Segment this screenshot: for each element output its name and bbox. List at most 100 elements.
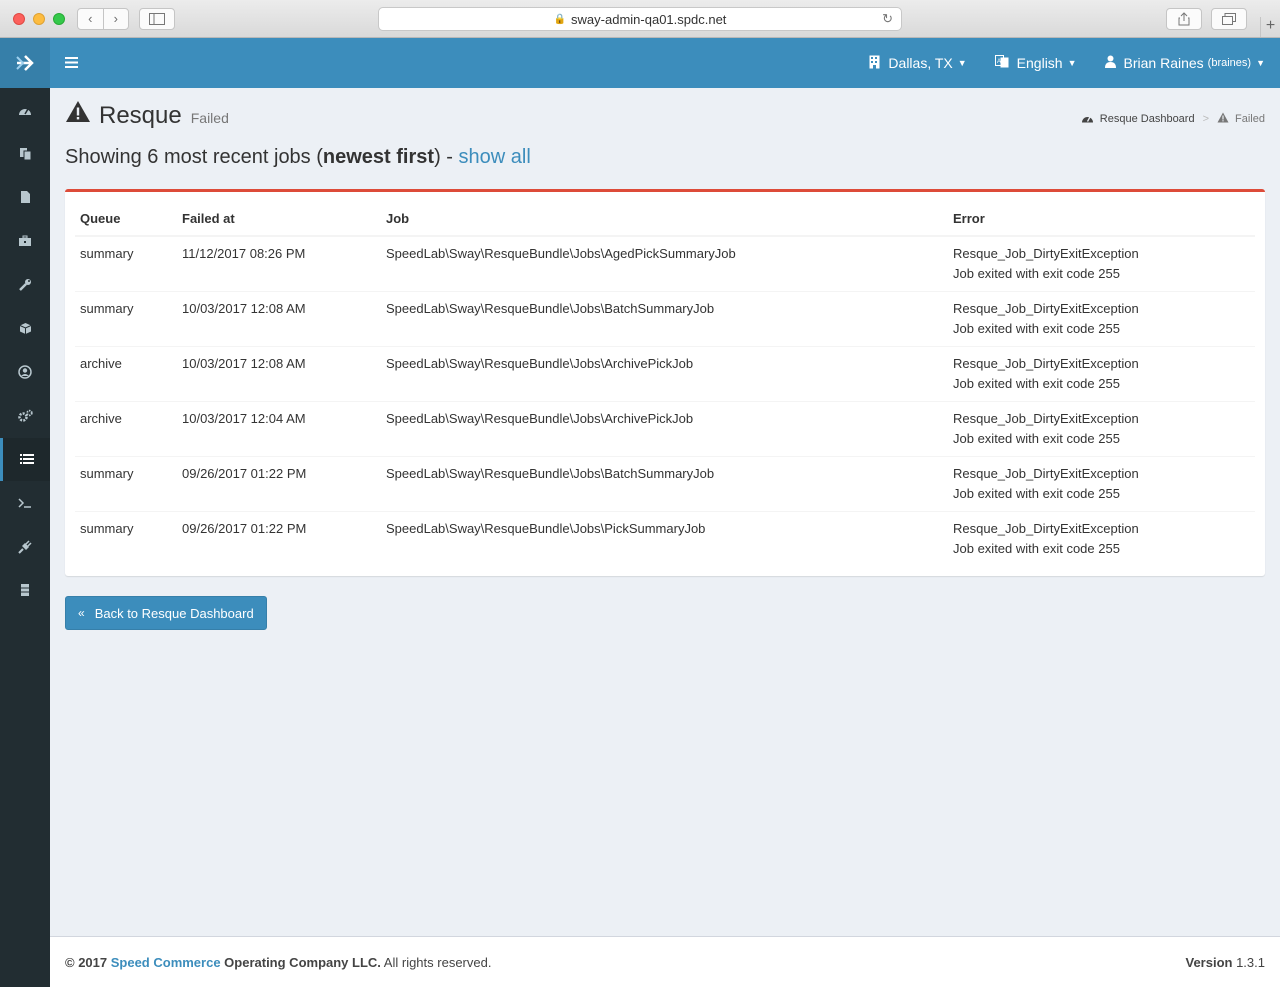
caret-down-icon: ▼: [1067, 58, 1077, 68]
cell-failed-at: 10/03/2017 12:04 AM: [177, 401, 381, 457]
file-icon[interactable]: [0, 175, 50, 219]
copy-icon[interactable]: [0, 132, 50, 176]
sidebar-toggle-icon[interactable]: [139, 8, 175, 30]
cell-queue: summary: [75, 511, 177, 566]
table-row[interactable]: summary 10/03/2017 12:08 AM SpeedLab\Swa…: [75, 291, 1255, 347]
terminal-icon[interactable]: [0, 481, 50, 525]
cell-error: Resque_Job_DirtyExitException Job exited …: [948, 511, 1255, 566]
company-name-rest: Operating Company LLC.: [220, 955, 381, 970]
heading-sort-order: newest first: [322, 146, 435, 168]
zoom-window-button[interactable]: [53, 13, 65, 25]
column-header-queue: Queue: [75, 202, 177, 237]
user-dropdown[interactable]: Brian Raines (braines) ▼: [1104, 55, 1265, 71]
cogs-icon[interactable]: [0, 394, 50, 438]
dashboard-icon: [1081, 113, 1094, 126]
language-icon: A: [994, 55, 1009, 71]
content-wrapper: Resque Failed Resque Dashboard > Failed …: [65, 100, 1265, 630]
cell-error: Resque_Job_DirtyExitException Job exited …: [948, 346, 1255, 402]
column-header-failed-at: Failed at: [177, 202, 381, 237]
error-message: Job exited with exit code 255: [953, 266, 1120, 281]
logo-icon[interactable]: [0, 38, 50, 88]
cell-error: Resque_Job_DirtyExitException Job exited …: [948, 236, 1255, 292]
plug-icon[interactable]: [0, 525, 50, 569]
svg-text:A: A: [997, 59, 1001, 65]
error-class: Resque_Job_DirtyExitException: [953, 466, 1139, 481]
back-button-label: Back to Resque Dashboard: [94, 605, 254, 621]
breadcrumb-separator: >: [1202, 113, 1210, 125]
version-info: Version 1.3.1: [1186, 955, 1266, 970]
menu-toggle-icon[interactable]: [65, 54, 78, 71]
minimize-window-button[interactable]: [33, 13, 45, 25]
table-row[interactable]: archive 10/03/2017 12:04 AM SpeedLab\Swa…: [75, 401, 1255, 457]
copyright: © 2017 Speed Commerce Operating Company …: [65, 955, 491, 970]
forward-icon[interactable]: ›: [104, 9, 129, 29]
page-subtitle: Failed: [190, 110, 229, 126]
list-icon[interactable]: [0, 437, 50, 482]
cell-queue: summary: [75, 291, 177, 347]
cell-failed-at: 09/26/2017 01:22 PM: [177, 456, 381, 512]
caret-down-icon: ▼: [957, 58, 967, 68]
error-message: Job exited with exit code 255: [953, 376, 1120, 391]
history-nav: ‹ ›: [77, 8, 129, 30]
rights-text: All rights reserved.: [380, 955, 492, 970]
user-circle-icon[interactable]: [0, 350, 50, 394]
new-tab-icon[interactable]: +: [1260, 17, 1280, 37]
column-header-error: Error: [948, 202, 1255, 237]
show-all-link[interactable]: show all: [459, 146, 531, 168]
building-icon: [869, 55, 880, 72]
error-message: Job exited with exit code 255: [953, 431, 1120, 446]
cell-job: SpeedLab\Sway\ResqueBundle\Jobs\BatchSum…: [381, 456, 948, 512]
browser-toolbar: ‹ › 🔒 sway-admin-qa01.spdc.net ↻ +: [0, 0, 1280, 38]
tabs-overview-icon[interactable]: [1211, 8, 1247, 30]
cell-job: SpeedLab\Sway\ResqueBundle\Jobs\PickSumm…: [381, 511, 948, 566]
breadcrumb-current: Failed: [1235, 113, 1265, 125]
cell-failed-at: 10/03/2017 12:08 AM: [177, 346, 381, 402]
address-bar[interactable]: 🔒 sway-admin-qa01.spdc.net ↻: [378, 7, 902, 31]
server-icon[interactable]: [0, 569, 50, 613]
company-link[interactable]: Speed Commerce: [111, 955, 221, 970]
share-icon[interactable]: [1166, 8, 1202, 30]
copyright-prefix: © 2017: [65, 955, 111, 970]
main-footer: © 2017 Speed Commerce Operating Company …: [50, 936, 1280, 987]
warning-icon: [1217, 112, 1229, 126]
table-row[interactable]: summary 09/26/2017 01:22 PM SpeedLab\Swa…: [75, 456, 1255, 512]
cell-failed-at: 10/03/2017 12:08 AM: [177, 291, 381, 347]
back-icon[interactable]: ‹: [78, 9, 104, 29]
cell-job: SpeedLab\Sway\ResqueBundle\Jobs\AgedPick…: [386, 246, 736, 261]
dashboard-icon[interactable]: [0, 88, 50, 132]
briefcase-icon[interactable]: [0, 219, 50, 263]
cell-queue: summary: [75, 456, 177, 512]
error-message: Job exited with exit code 255: [953, 321, 1120, 336]
failed-jobs-box: Queue Failed at Job Error summary 11/12/…: [65, 189, 1265, 576]
column-header-job: Job: [381, 202, 948, 237]
table-header-row: Queue Failed at Job Error: [75, 202, 1255, 237]
table-row[interactable]: summary 11/12/2017 08:26 PM SpeedLab\Swa…: [75, 236, 1255, 292]
version-label: Version: [1185, 955, 1233, 970]
cell-error: Resque_Job_DirtyExitException Job exited …: [948, 291, 1255, 347]
cube-icon[interactable]: [0, 306, 50, 350]
cell-job: SpeedLab\Sway\ResqueBundle\Jobs\ArchiveP…: [381, 401, 948, 457]
cell-queue: summary: [80, 246, 134, 261]
location-dropdown[interactable]: Dallas, TX ▼: [869, 55, 967, 72]
table-row[interactable]: archive 10/03/2017 12:08 AM SpeedLab\Swa…: [75, 346, 1255, 402]
user-name: Brian Raines: [1123, 55, 1204, 71]
table-row[interactable]: summary 09/26/2017 01:22 PM SpeedLab\Swa…: [75, 511, 1255, 566]
user-handle: (braines): [1207, 57, 1252, 69]
version-number: 1.3.1: [1232, 955, 1265, 970]
breadcrumb: Resque Dashboard > Failed: [1081, 112, 1265, 126]
location-label: Dallas, TX: [888, 55, 953, 71]
warning-icon: [65, 100, 91, 130]
url-text: sway-admin-qa01.spdc.net: [571, 11, 727, 27]
language-dropdown[interactable]: A English ▼: [994, 55, 1077, 71]
wrench-icon[interactable]: [0, 263, 50, 307]
back-to-dashboard-button[interactable]: « Back to Resque Dashboard: [65, 596, 267, 630]
close-window-button[interactable]: [13, 13, 25, 25]
breadcrumb-home-link[interactable]: Resque Dashboard: [1100, 113, 1195, 125]
reload-icon[interactable]: ↻: [882, 11, 893, 27]
main-sidebar: [0, 38, 50, 987]
error-class: Resque_Job_DirtyExitException: [953, 356, 1139, 371]
failed-jobs-table: Queue Failed at Job Error summary 11/12/…: [75, 202, 1255, 566]
jobs-heading: Showing 6 most recent jobs (newest first…: [65, 146, 1265, 169]
cell-error: Resque_Job_DirtyExitException Job exited …: [948, 456, 1255, 512]
top-navbar: Dallas, TX ▼ A English ▼ Brian Raines (b…: [50, 38, 1280, 88]
